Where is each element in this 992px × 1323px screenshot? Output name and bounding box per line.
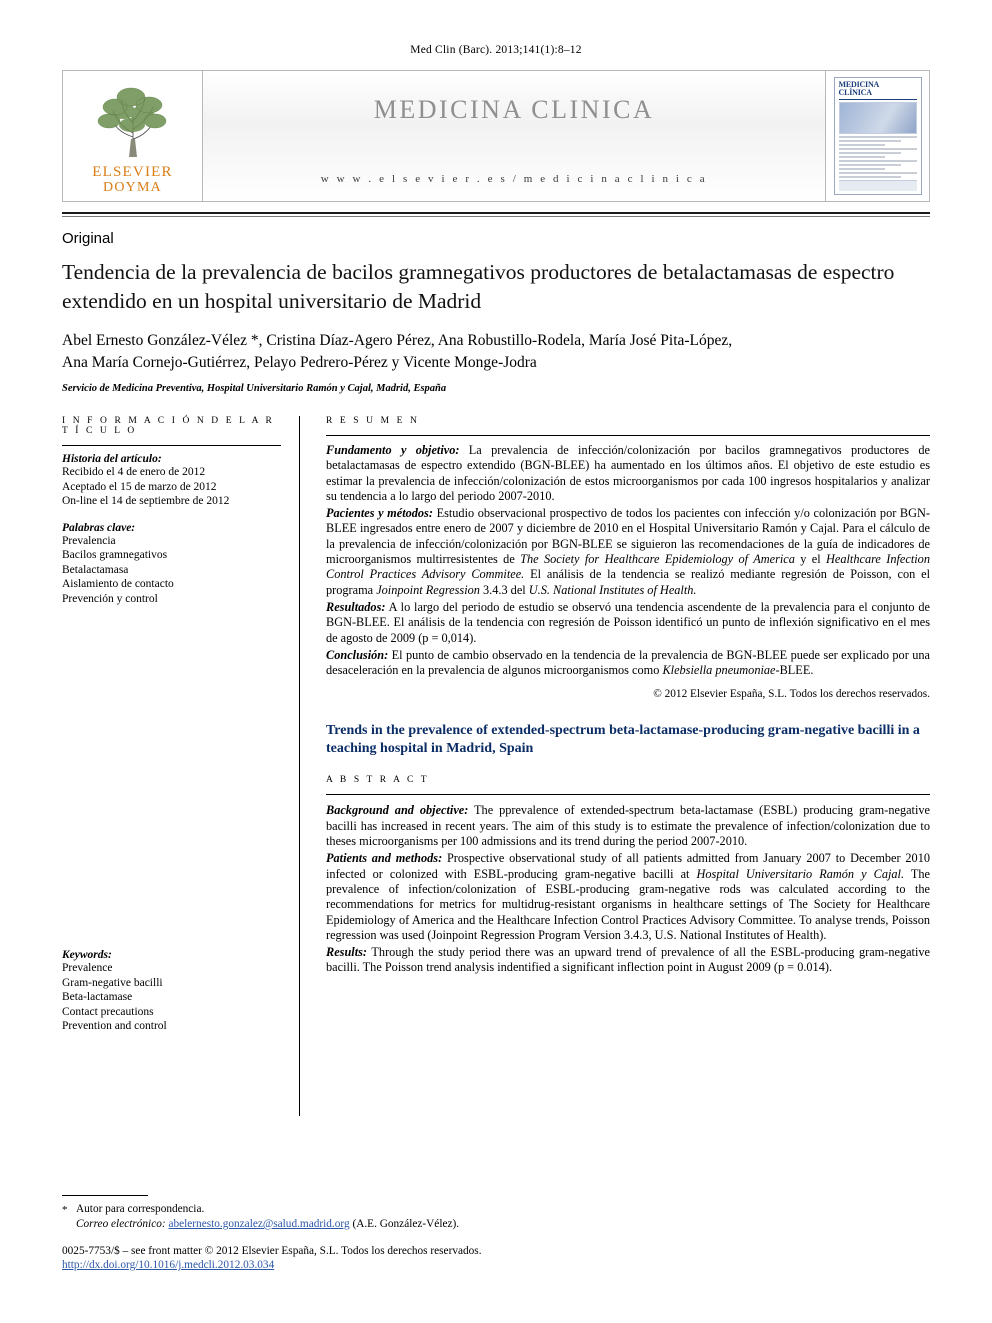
keyword-item: Prevalencia	[62, 534, 116, 547]
doi-link[interactable]: http://dx.doi.org/10.1016/j.medcli.2012.…	[62, 1259, 930, 1271]
header-rule-thin	[62, 216, 930, 217]
resumen-text-results: A lo largo del periodo de estudio se obs…	[326, 599, 930, 645]
abstract-paragraph-methods: Patients and methods: Prospective observ…	[326, 851, 930, 943]
resumen-text-conclusion-a: El punto de cambio observado en la tende…	[326, 647, 930, 678]
resumen-rule	[326, 435, 930, 436]
cover-box: MEDICINA CLÍNICA	[833, 77, 922, 195]
resumen-lead-conclusion: Conclusión:	[326, 647, 389, 662]
keyword-item: Prevention and control	[62, 1020, 167, 1032]
info-section-heading: I N F O R M A C I Ó N D E L A R T Í C U …	[62, 416, 275, 436]
keywords-es-title: Palabras clave:	[62, 521, 136, 534]
keyword-item: Bacilos gramnegativos	[62, 549, 168, 561]
cover-image	[838, 102, 917, 134]
resumen-italic-shea: The Society for Healthcare Epidemiology …	[520, 552, 795, 567]
resumen-lead-objective: Fundamento y objetivo:	[326, 443, 460, 457]
article-info-column: I N F O R M A C I Ó N D E L A R T Í C U …	[62, 416, 300, 1116]
email-owner: (A.E. González-Vélez).	[352, 1218, 460, 1230]
email-label: Correo electrónico:	[76, 1218, 166, 1230]
journal-website: w w w . e l s e v i e r . e s / m e d i …	[320, 173, 708, 185]
author-affiliation: Servicio de Medicina Preventiva, Hospita…	[62, 383, 447, 394]
abstract-paragraph-background: Background and objective: The pprevalenc…	[326, 803, 930, 849]
article-page: Med Clin (Barc). 2013;141(1):8–12 ELSEVI…	[0, 0, 992, 1323]
keywords-en-title: Keywords:	[62, 949, 112, 961]
resumen-heading: R E S U M E N	[326, 416, 420, 426]
keyword-item: Contact precautions	[62, 1005, 154, 1018]
history-title: Historia del artículo:	[62, 453, 162, 465]
resumen-paragraph-conclusion: Conclusión: El punto de cambio observado…	[326, 648, 930, 679]
page-footer: * Autor para correspondencia. Correo ele…	[62, 1195, 930, 1271]
keywords-en-block: Keywords: Prevalence Gram-negative bacil…	[62, 949, 281, 1034]
publisher-logo: ELSEVIER DOYMA	[63, 71, 203, 201]
journal-citation: Med Clin (Barc). 2013;141(1):8–12	[410, 44, 582, 56]
abstract-lead-results: Results:	[326, 945, 367, 960]
history-item: On-line el 14 de septiembre de 2012	[62, 495, 230, 507]
keyword-item: Gram-negative bacilli	[62, 976, 163, 989]
resumen-paragraph-methods: Pacientes y métodos: Estudio observacion…	[326, 506, 930, 598]
publisher-name-doyma: DOYMA	[103, 180, 162, 195]
info-rule	[62, 445, 281, 446]
keyword-item: Betalactamasa	[62, 563, 129, 576]
author-line-1: Abel Ernesto González-Vélez *, Cristina …	[62, 332, 733, 349]
corresponding-author-note: * Autor para correspondencia.	[62, 1202, 930, 1217]
abstract-italic-hospital: Hospital Universitario Ramón y Cajal.	[696, 866, 905, 881]
resumen-paragraph-results: Resultados: A lo largo del periodo de es…	[326, 600, 930, 646]
author-line-2: Ana María Cornejo-Gutiérrez, Pelayo Pedr…	[62, 354, 537, 371]
resumen-italic-nih: U.S. National Institutes of Health.	[528, 582, 697, 597]
abstract-lead-background: Background and objective:	[326, 803, 469, 818]
journal-cover-thumbnail: MEDICINA CLÍNICA	[825, 71, 929, 201]
cover-footer-band	[838, 180, 917, 191]
journal-title: MEDICINA CLINICA	[373, 95, 655, 124]
corresponding-author-label: Autor para correspondencia.	[76, 1203, 205, 1215]
abstract-paragraph-results: Results: Through the study period there …	[326, 945, 930, 976]
issn-copyright-line: 0025-7753/$ – see front matter © 2012 El…	[62, 1245, 482, 1257]
author-list: Abel Ernesto González-Vélez *, Cristina …	[62, 330, 930, 374]
column-spacer	[62, 606, 281, 936]
resumen-lead-methods: Pacientes y métodos:	[326, 506, 433, 521]
keyword-item: Aislamiento de contacto	[62, 578, 174, 590]
journal-masthead: ELSEVIER DOYMA MEDICINA CLINICA w w w . …	[62, 70, 930, 202]
article-type-kicker: Original	[62, 230, 114, 247]
resumen-text-conclusion-b: -BLEE.	[775, 663, 814, 678]
footnote-star-marker: *	[62, 1204, 68, 1216]
abstract-text-results: Through the study period there was an up…	[326, 945, 930, 975]
keywords-es-block: Palabras clave: Prevalencia Bacilos gram…	[62, 522, 281, 607]
footnote-rule	[62, 1195, 148, 1196]
corresponding-email-note: Correo electrónico: abelernesto.gonzalez…	[62, 1217, 930, 1232]
resumen-text-methods-b: y el	[794, 552, 827, 567]
history-item: Recibido el 4 de enero de 2012	[62, 466, 206, 478]
header-rule-thick	[62, 212, 930, 214]
publisher-name-elsevier: ELSEVIER	[92, 164, 173, 180]
resumen-copyright: © 2012 Elsevier España, S.L. Todos los d…	[653, 688, 930, 701]
abstract-heading: A B S T R A C T	[326, 775, 430, 786]
cover-text-lines	[838, 136, 917, 178]
keyword-item: Prevención y control	[62, 592, 158, 605]
english-title: Trends in the prevalence of extended-spe…	[326, 723, 920, 757]
keyword-item: Prevalence	[62, 962, 113, 974]
keyword-item: Beta-lactamase	[62, 991, 133, 1003]
cover-title-line2: CLÍNICA	[838, 88, 872, 97]
resumen-italic-joinpoint: Joinpoint Regression	[376, 582, 480, 597]
body-columns: I N F O R M A C I Ó N D E L A R T Í C U …	[62, 416, 930, 1116]
cover-divider	[838, 99, 917, 100]
email-link[interactable]: abelernesto.gonzalez@salud.madrid.org	[168, 1218, 349, 1230]
article-title: Tendencia de la prevalencia de bacilos g…	[62, 260, 895, 313]
elsevier-tree-icon	[97, 87, 166, 157]
abstract-rule	[326, 794, 930, 796]
history-item: Aceptado el 15 de marzo de 2012	[62, 480, 217, 493]
journal-banner: MEDICINA CLINICA w w w . e l s e v i e r…	[203, 71, 825, 201]
resumen-italic-klebsiella: Klebsiella pneumoniae	[662, 663, 776, 678]
abstract-column: R E S U M E N Fundamento y objetivo: La …	[300, 416, 930, 1116]
abstract-lead-methods: Patients and methods:	[326, 851, 443, 866]
resumen-text-methods-d: 3.4.3 del	[479, 582, 529, 597]
resumen-paragraph-objective: Fundamento y objetivo: La prevalencia de…	[326, 443, 930, 504]
resumen-lead-results: Resultados:	[326, 599, 386, 614]
